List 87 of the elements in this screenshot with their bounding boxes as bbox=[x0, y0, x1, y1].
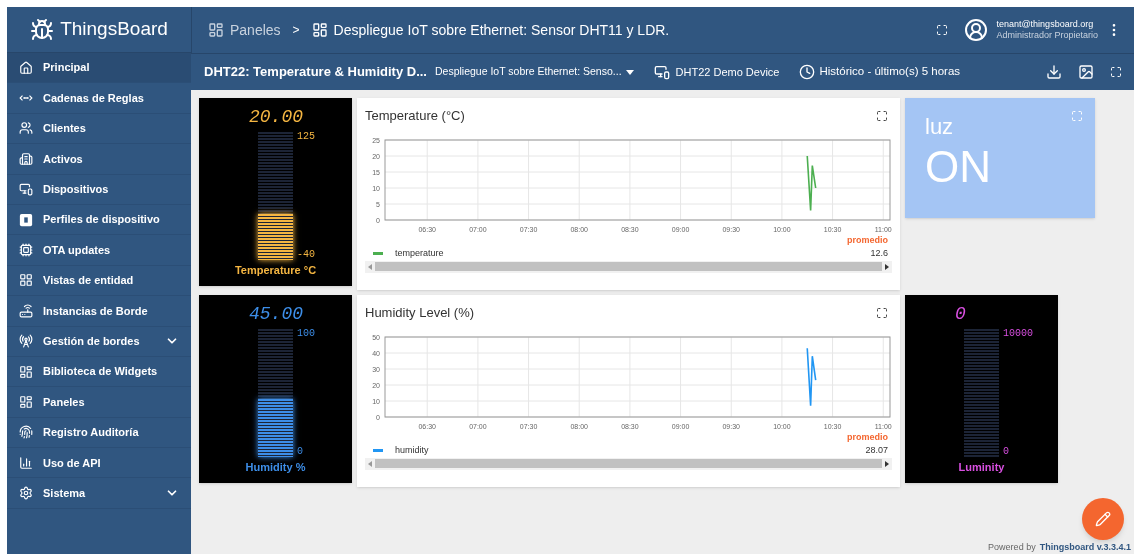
gauge-value: 20.00 bbox=[249, 106, 303, 128]
gauge-value: 0 bbox=[955, 303, 966, 325]
legend-value: 28.07 bbox=[865, 444, 888, 457]
audit-icon bbox=[19, 425, 33, 440]
sidebar-label: Perfiles de dispositivo bbox=[43, 212, 161, 228]
bar-chart-icon bbox=[19, 455, 33, 470]
sidebar-label: Sistema bbox=[43, 485, 87, 501]
sidebar-label: Clientes bbox=[43, 121, 87, 137]
sidebar-label: Biblioteca de Widgets bbox=[43, 364, 159, 380]
scroll-right-icon[interactable] bbox=[885, 263, 889, 270]
gauge-value: 45.00 bbox=[249, 303, 303, 325]
clock-icon bbox=[799, 64, 816, 80]
legend-label: humidity bbox=[395, 444, 429, 457]
dashboard-icon bbox=[19, 395, 33, 409]
edit-icon bbox=[1095, 511, 1111, 527]
sidebar-label: Principal bbox=[43, 60, 91, 76]
router-icon bbox=[19, 303, 33, 318]
gauge-max: 10000 bbox=[1003, 329, 1033, 339]
widgets-icon bbox=[19, 364, 33, 379]
sidebar-label: OTA updates bbox=[43, 242, 112, 258]
sidebar-label: Registro Auditoría bbox=[43, 425, 140, 441]
entity-button[interactable]: DHT22 Demo Device bbox=[653, 63, 780, 81]
legend-header: promedio bbox=[847, 430, 888, 444]
chart-title: Humidity Level (%) bbox=[365, 304, 475, 322]
scroll-thumb[interactable] bbox=[375, 262, 882, 271]
chart-title: Temperature (°C) bbox=[365, 107, 465, 125]
powered-by-text: Powered by bbox=[988, 540, 1036, 554]
user-role: Administrador Propietario bbox=[996, 30, 1098, 42]
fullscreen-icon[interactable] bbox=[876, 109, 888, 122]
sidebar-label: Dispositivos bbox=[43, 182, 110, 197]
fullscreen-icon[interactable] bbox=[1110, 66, 1122, 78]
data-line bbox=[806, 154, 817, 211]
devices-icon bbox=[653, 64, 670, 80]
fullscreen-icon[interactable] bbox=[876, 306, 888, 319]
legend-header: promedio bbox=[847, 233, 888, 247]
sidebar-label: Gestión de bordes bbox=[43, 333, 141, 349]
timewindow-button[interactable]: Histórico - último(s) 5 horas bbox=[799, 63, 961, 81]
logo-text: ThingsBoard bbox=[60, 17, 168, 42]
legend-value: 12.6 bbox=[870, 247, 888, 260]
antenna-icon bbox=[19, 334, 33, 349]
image-icon[interactable] bbox=[1078, 64, 1094, 80]
gauge-min: -40 bbox=[297, 250, 315, 260]
user-email: tenant@thingsboard.org bbox=[996, 18, 1095, 30]
version-link[interactable]: Thingsboard v.3.3.4.1 bbox=[1039, 540, 1131, 554]
avatar-icon[interactable] bbox=[964, 18, 989, 42]
legend-swatch bbox=[373, 252, 383, 256]
devices-icon bbox=[19, 182, 33, 197]
sidebar-label: Cadenas de Reglas bbox=[43, 90, 145, 106]
dashboard-icon bbox=[311, 22, 328, 38]
caret-icon bbox=[625, 69, 634, 75]
sidebar-label: Instancias de Borde bbox=[43, 303, 149, 319]
gauge-min: 0 bbox=[297, 447, 304, 457]
gauge-min: 0 bbox=[1003, 447, 1010, 457]
dashboard-icon bbox=[208, 22, 224, 38]
logo-icon bbox=[30, 17, 55, 42]
gauge-label: Humidity % bbox=[245, 459, 306, 475]
legend-swatch bbox=[373, 449, 383, 453]
profile-icon bbox=[19, 212, 33, 227]
breadcrumb-separator: > bbox=[292, 22, 300, 39]
chip-icon bbox=[19, 243, 33, 258]
users-icon bbox=[19, 121, 33, 136]
breadcrumb: Despliegue IoT sobre Ethernet: Sensor DHT11 y LDR. bbox=[333, 20, 670, 40]
sidebar-label: Vistas de entidad bbox=[43, 273, 135, 289]
gauge-max: 125 bbox=[297, 132, 315, 142]
gauge-max: 100 bbox=[297, 329, 315, 339]
status-value: ON bbox=[925, 143, 992, 191]
status-title: luz bbox=[925, 113, 954, 141]
sidebar-label: Activos bbox=[43, 151, 84, 167]
sidebar-label: Paneles bbox=[43, 394, 86, 410]
grid-icon bbox=[19, 273, 33, 288]
fullscreen-icon[interactable] bbox=[936, 24, 949, 36]
dashboard-title: DHT22: Temperature & Humidity D... bbox=[204, 63, 427, 82]
download-icon[interactable] bbox=[1046, 64, 1062, 80]
sidebar-label: Uso de API bbox=[43, 455, 102, 471]
gauge-label: Temperature °C bbox=[234, 262, 317, 278]
legend-label: temperature bbox=[395, 247, 444, 260]
scroll-right-icon[interactable] bbox=[885, 460, 889, 467]
gauge-label: Luminity bbox=[958, 459, 1005, 475]
building-icon bbox=[19, 151, 33, 166]
home-icon bbox=[19, 60, 33, 75]
state-select[interactable]: Despliegue IoT sobre Ethernet: Senso... bbox=[434, 64, 634, 80]
settings-icon bbox=[19, 486, 33, 501]
scroll-thumb[interactable] bbox=[375, 459, 882, 468]
breadcrumb[interactable]: Paneles bbox=[230, 19, 281, 41]
sidebar-item[interactable]: Principal bbox=[7, 53, 191, 84]
sidebar-item[interactable]: Perfiles de dispositivo bbox=[7, 204, 191, 236]
data-line bbox=[806, 346, 817, 407]
